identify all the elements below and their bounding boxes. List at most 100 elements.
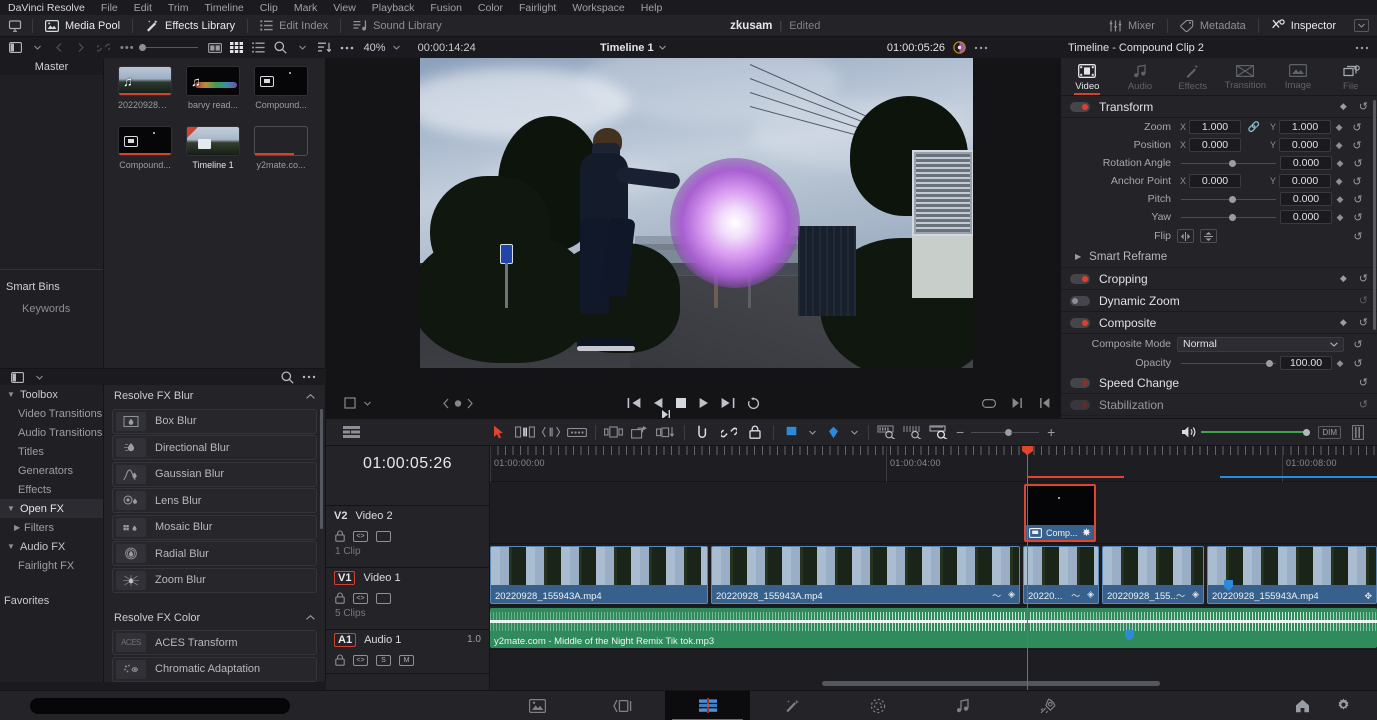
reset-icon[interactable]: ↺ bbox=[1348, 338, 1368, 351]
lock-icon[interactable] bbox=[335, 592, 345, 604]
reset-icon[interactable]: ↺ bbox=[1359, 294, 1368, 307]
clip-v1-4[interactable]: 20220928_155... 〜 ◈ bbox=[1102, 546, 1204, 604]
viewer-image[interactable] bbox=[420, 58, 973, 368]
next-edit-icon[interactable] bbox=[1012, 397, 1023, 409]
keyframe-icon[interactable]: ◆ bbox=[1332, 194, 1348, 205]
track-id-a1[interactable]: A1 bbox=[334, 633, 357, 647]
effects-library-button[interactable]: Effects Library bbox=[135, 15, 245, 37]
pitch-field[interactable]: 0.000 bbox=[1280, 192, 1332, 206]
audio-dim-button[interactable]: DIM bbox=[1318, 425, 1342, 439]
track-id-v1[interactable]: V1 bbox=[334, 571, 356, 585]
lock-icon[interactable] bbox=[335, 530, 345, 542]
effects-group-color[interactable]: Resolve FX Color bbox=[104, 607, 325, 629]
link-icon[interactable]: 🔗 bbox=[1241, 122, 1267, 133]
tree-item-audio-transitions[interactable]: Audio Transitions bbox=[0, 423, 103, 442]
selection-mode-icon[interactable] bbox=[486, 418, 512, 446]
insert-clip-icon[interactable] bbox=[601, 418, 627, 446]
keyframe-diamond-icon[interactable]: ◆ bbox=[1340, 101, 1347, 112]
timeline-playhead[interactable] bbox=[1022, 446, 1033, 690]
effects-list-panel[interactable]: Resolve FX Blur Box Blur Directional Blu… bbox=[104, 385, 326, 682]
keyframe-icon[interactable]: ◆ bbox=[1331, 140, 1347, 151]
settings-icon[interactable] bbox=[1336, 698, 1351, 713]
pitch-slider[interactable] bbox=[1181, 192, 1276, 206]
effects-list-scrollbar[interactable] bbox=[320, 409, 323, 529]
effect-chromatic-adaptation[interactable]: Chromatic Adaptation bbox=[112, 656, 317, 682]
timeline-view-options-icon[interactable] bbox=[338, 418, 364, 446]
video-enable-icon[interactable] bbox=[376, 530, 391, 542]
overwrite-clip-icon[interactable] bbox=[627, 418, 653, 446]
mute-icon[interactable]: M bbox=[399, 654, 414, 666]
audio-meter-icon[interactable] bbox=[1345, 418, 1371, 446]
track-row-v1[interactable]: 20220928_155943A.mp4 20220928_155943A.mp… bbox=[490, 544, 1377, 606]
keyframe-icon[interactable]: ◆ bbox=[1331, 122, 1347, 133]
menu-item-mark[interactable]: Mark bbox=[286, 2, 325, 14]
rotation-slider[interactable] bbox=[1181, 156, 1276, 170]
tab-transition[interactable]: Transition bbox=[1219, 58, 1272, 95]
menu-item-file[interactable]: File bbox=[93, 2, 126, 14]
media-item-audio[interactable]: ♫ barvy read... bbox=[186, 66, 240, 110]
play-forward-button[interactable] bbox=[699, 397, 709, 410]
page-color[interactable] bbox=[835, 691, 920, 720]
auto-select-icon[interactable]: <> bbox=[353, 530, 368, 542]
zoom-in-button[interactable]: + bbox=[1047, 424, 1055, 440]
play-reverse-button[interactable] bbox=[653, 397, 663, 410]
composite-toggle[interactable] bbox=[1070, 317, 1090, 328]
nav-forward-icon[interactable] bbox=[70, 37, 92, 58]
menu-item-fusion[interactable]: Fusion bbox=[422, 2, 470, 14]
audio-level-slider[interactable] bbox=[1201, 428, 1311, 436]
reset-icon[interactable]: ↺ bbox=[1347, 139, 1367, 152]
tree-item-generators[interactable]: Generators bbox=[0, 461, 103, 480]
tree-item-video-transitions[interactable]: Video Transitions bbox=[0, 404, 103, 423]
reset-icon[interactable]: ↺ bbox=[1347, 175, 1367, 188]
scrollbar-thumb[interactable] bbox=[822, 681, 1160, 686]
home-icon[interactable] bbox=[1295, 699, 1310, 713]
inspector-scrollbar[interactable] bbox=[1373, 100, 1376, 330]
section-composite[interactable]: Composite ◆ ↺ bbox=[1061, 312, 1377, 334]
menu-item-fairlight[interactable]: Fairlight bbox=[511, 2, 564, 14]
reset-icon[interactable]: ↺ bbox=[1359, 376, 1368, 389]
menu-item-workspace[interactable]: Workspace bbox=[564, 2, 632, 14]
reset-icon[interactable]: ↺ bbox=[1359, 100, 1368, 113]
reset-icon[interactable]: ↺ bbox=[1348, 211, 1368, 224]
jump-to-end-button[interactable] bbox=[721, 397, 735, 410]
inspector-content[interactable]: Transform ◆ ↺ Zoom X 1.000 🔗 Y 1.000 ◆ ↺… bbox=[1061, 96, 1377, 418]
marker-icon[interactable] bbox=[821, 418, 847, 446]
position-x-field[interactable]: 0.000 bbox=[1189, 138, 1242, 152]
tree-item-audio-fx[interactable]: ▼ Audio FX bbox=[0, 537, 103, 556]
filmstrip-view-icon[interactable] bbox=[204, 37, 226, 58]
track-gain-a1[interactable]: 1.0 bbox=[467, 634, 481, 645]
keyframe-diamond-icon[interactable]: ◆ bbox=[1340, 273, 1347, 284]
track-header-v1[interactable]: V1 Video 1 <> 5 Clips bbox=[326, 568, 489, 630]
anchor-y-field[interactable]: 0.000 bbox=[1279, 174, 1332, 188]
tab-effects[interactable]: Effects bbox=[1166, 58, 1219, 95]
media-item-timeline[interactable]: Timeline 1 bbox=[186, 126, 240, 170]
search-dropdown-icon[interactable] bbox=[292, 37, 314, 58]
track-row-a1[interactable]: y2mate.com - Middle of the Night Remix T… bbox=[490, 606, 1377, 650]
fit-timeline-zoom-icon[interactable] bbox=[874, 418, 900, 446]
reset-icon[interactable]: ↺ bbox=[1347, 121, 1367, 134]
lock-track-icon[interactable] bbox=[742, 418, 768, 446]
keyframe-icon[interactable]: ◆ bbox=[1331, 176, 1347, 187]
thumbnail-view-icon[interactable] bbox=[226, 37, 248, 58]
effect-zoom-blur[interactable]: Zoom Blur bbox=[112, 567, 317, 593]
clip-v1-3[interactable]: 20220... 〜 ◈ bbox=[1023, 546, 1099, 604]
sidebar-dropdown-icon[interactable] bbox=[26, 37, 48, 58]
menu-item-clip[interactable]: Clip bbox=[252, 2, 286, 14]
speed-change-toggle[interactable] bbox=[1070, 377, 1090, 388]
menu-item-playback[interactable]: Playback bbox=[364, 2, 423, 14]
more-options-icon[interactable] bbox=[336, 37, 358, 58]
audio-level-knob[interactable] bbox=[1303, 428, 1311, 436]
section-smart-reframe[interactable]: ▶ Smart Reframe bbox=[1061, 246, 1377, 268]
reset-icon[interactable]: ↺ bbox=[1348, 193, 1368, 206]
effect-gaussian-blur[interactable]: Gaussian Blur bbox=[112, 461, 317, 487]
keyframe-icon[interactable]: ◆ bbox=[1332, 358, 1348, 369]
tree-item-toolbox[interactable]: ▼ Toolbox bbox=[0, 385, 103, 404]
viewer-fit-icon[interactable] bbox=[982, 398, 996, 409]
menu-item-timeline[interactable]: Timeline bbox=[196, 2, 251, 14]
timeline-zoom-control[interactable]: − + bbox=[956, 424, 1055, 440]
tree-item-open-fx[interactable]: ▼ Open FX bbox=[0, 499, 103, 518]
section-stabilization[interactable]: Stabilization ↺ bbox=[1061, 394, 1377, 416]
reset-icon[interactable]: ↺ bbox=[1359, 316, 1368, 329]
trim-edit-mode-icon[interactable] bbox=[512, 418, 538, 446]
place-on-top-icon[interactable] bbox=[653, 418, 679, 446]
